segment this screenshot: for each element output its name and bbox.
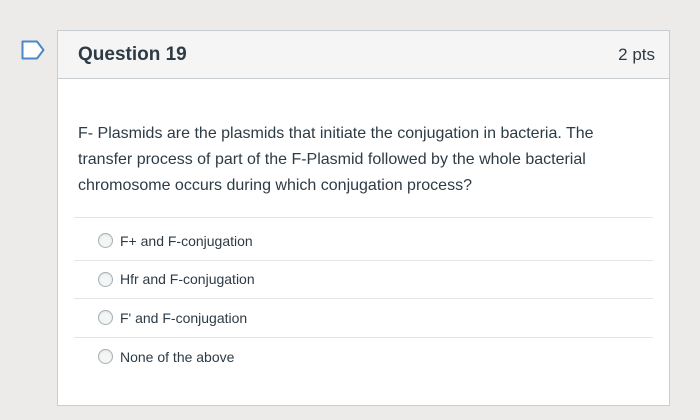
answer-option[interactable]: F' and F-conjugation <box>74 299 653 338</box>
answer-list: F+ and F-conjugation Hfr and F-conjugati… <box>58 222 669 376</box>
question-header: Question 19 2 pts <box>58 31 669 79</box>
answer-option[interactable]: F+ and F-conjugation <box>74 222 653 261</box>
question-text: F- Plasmids are the plasmids that initia… <box>78 125 594 194</box>
question-title: Question 19 <box>78 43 187 65</box>
radio-button[interactable] <box>98 271 113 287</box>
answer-option[interactable]: Hfr and F-conjugation <box>74 261 653 299</box>
radio-button[interactable] <box>98 310 113 326</box>
answer-label[interactable]: F' and F-conjugation <box>120 310 247 326</box>
question-card: Question 19 2 pts F- Plasmids are the pl… <box>57 30 670 406</box>
answer-label[interactable]: Hfr and F-conjugation <box>120 271 255 287</box>
bookmark-flag-icon[interactable] <box>21 40 45 60</box>
question-points: 2 pts <box>618 44 655 64</box>
answer-label[interactable]: F+ and F-conjugation <box>120 233 253 249</box>
radio-button[interactable] <box>98 233 113 249</box>
divider <box>74 217 653 218</box>
answer-option[interactable]: None of the above <box>74 338 653 377</box>
quiz-page: Question 19 2 pts F- Plasmids are the pl… <box>0 0 700 420</box>
radio-button[interactable] <box>98 349 113 365</box>
answer-label[interactable]: None of the above <box>120 349 234 365</box>
